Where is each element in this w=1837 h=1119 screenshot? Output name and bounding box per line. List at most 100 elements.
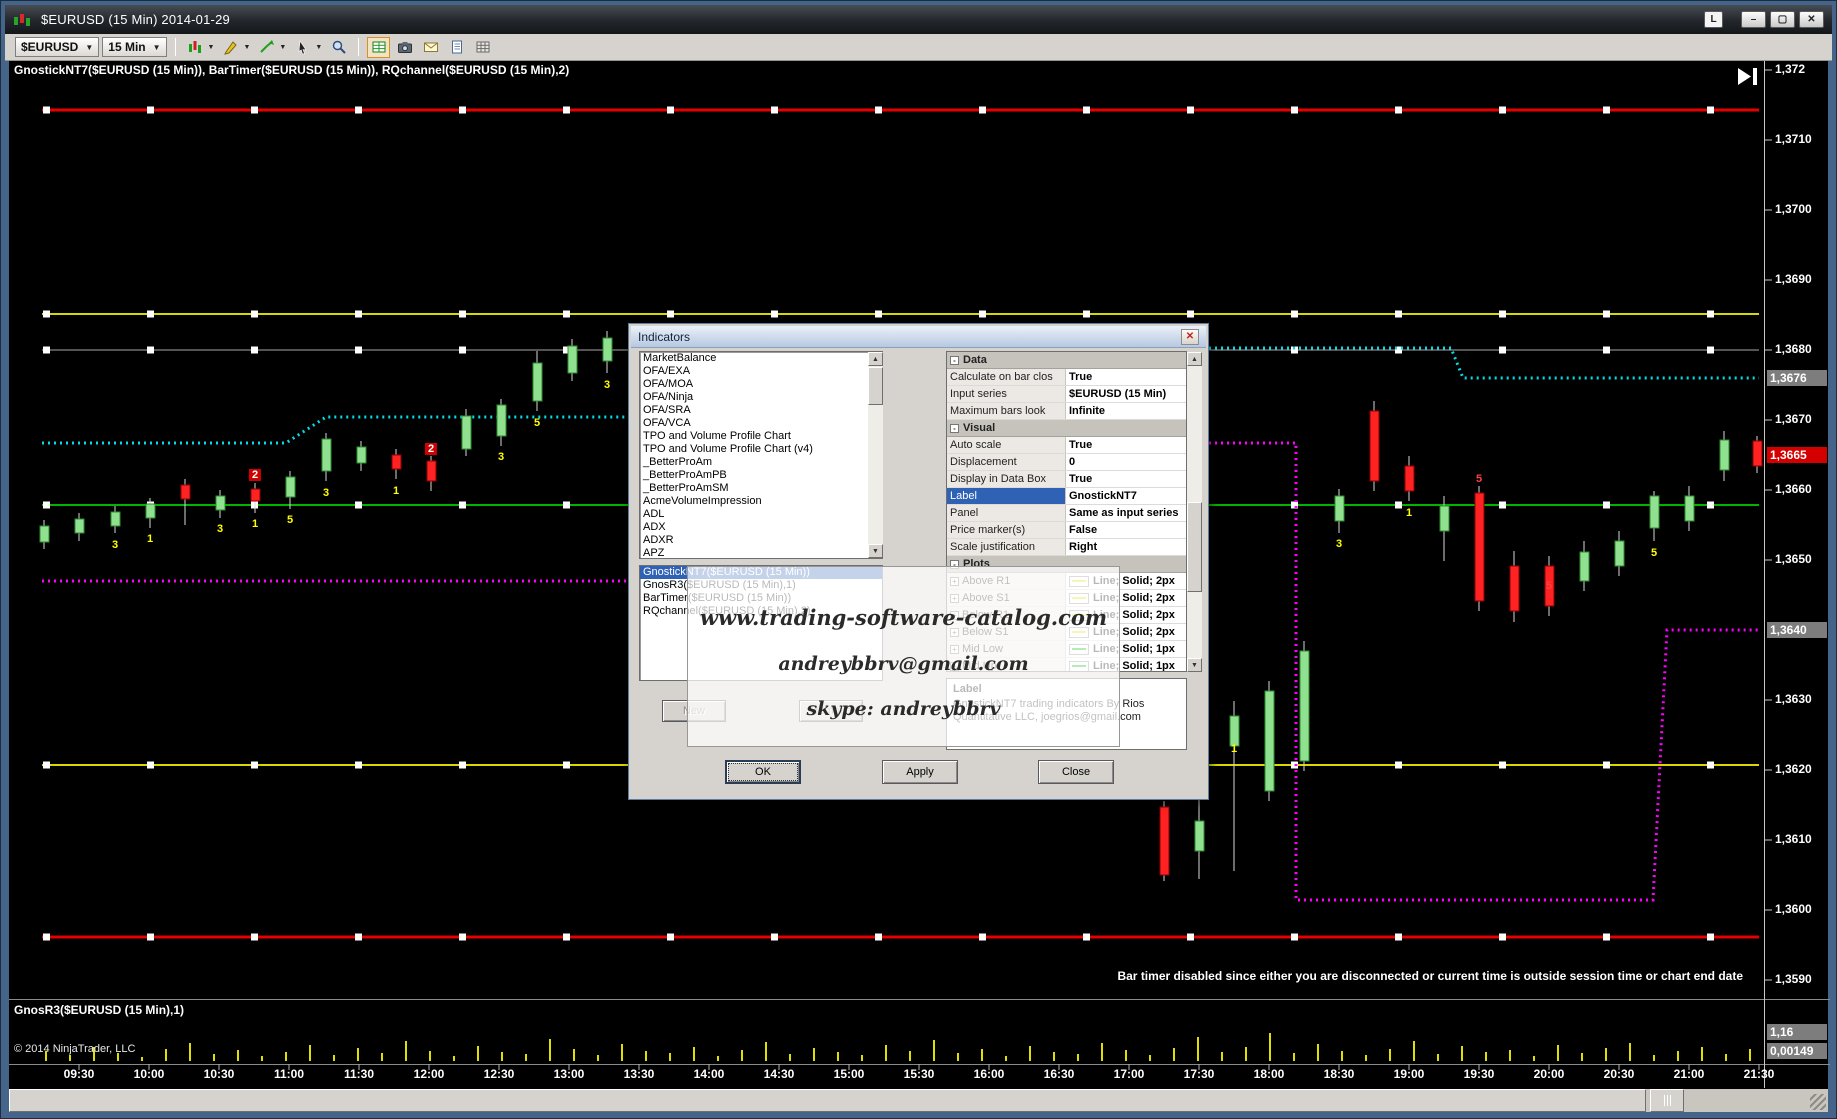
close-dialog-button[interactable]: Close [1038, 760, 1114, 784]
indicator-list-item[interactable]: ADX [640, 521, 867, 534]
chevron-down-icon[interactable]: ▼ [315, 44, 322, 51]
collapse-icon[interactable]: - [950, 424, 959, 433]
data-box-button[interactable] [367, 37, 390, 58]
zoom-button[interactable] [327, 37, 350, 58]
scroll-up-icon[interactable]: ▲ [868, 352, 883, 366]
indicator-list-item[interactable]: OFA/EXA [640, 365, 867, 378]
resize-grip-icon[interactable] [1810, 1094, 1826, 1110]
property-value-text: Infinite [1069, 405, 1105, 417]
scrollbar-grip[interactable] [1650, 1089, 1684, 1112]
property-name: Price marker(s) [947, 522, 1066, 538]
property-name-text: Label [950, 490, 977, 502]
property-value[interactable]: $EURUSD (15 Min) [1066, 386, 1186, 402]
property-value[interactable]: False [1066, 522, 1186, 538]
property-value[interactable]: GnostickNT7 [1066, 488, 1186, 504]
indicator-list-item[interactable]: _BetterProAm [640, 456, 867, 469]
instrument-selector[interactable]: $EURUSD ▼ [15, 37, 99, 57]
instrument-value: $EURUSD [21, 40, 78, 54]
scrollbar-thumb[interactable] [1187, 502, 1202, 592]
scroll-up-icon[interactable]: ▲ [1187, 352, 1202, 366]
maximize-button[interactable]: ▢ [1770, 11, 1795, 28]
scroll-down-icon[interactable]: ▼ [868, 544, 883, 558]
app-icon [13, 12, 33, 28]
property-value[interactable]: 0 [1066, 454, 1186, 470]
chevron-down-icon[interactable]: ▼ [243, 44, 250, 51]
indicator-list-item[interactable]: ADXR [640, 534, 867, 547]
close-button[interactable]: ✕ [1799, 11, 1824, 28]
property-value[interactable]: True [1066, 437, 1186, 453]
indicator-list-item[interactable]: OFA/MOA [640, 378, 867, 391]
property-row[interactable]: Label GnostickNT7 [947, 488, 1186, 505]
property-name: Scale justification [947, 539, 1066, 555]
property-name-text: Display in Data Box [950, 473, 1046, 485]
indicator-list-item[interactable]: TPO and Volume Profile Chart [640, 430, 867, 443]
window-title: $EURUSD (15 Min) 2014-01-29 [41, 12, 230, 27]
drawing-tools-button[interactable] [219, 37, 242, 58]
interval-selector[interactable]: 15 Min ▼ [102, 37, 166, 57]
chevron-down-icon[interactable]: ▼ [208, 44, 215, 51]
property-row[interactable]: Auto scaleTrue [947, 437, 1186, 454]
property-section-header[interactable]: -Data [947, 352, 1186, 369]
property-value[interactable]: Same as input series [1066, 505, 1186, 521]
chevron-down-icon[interactable]: ▼ [279, 44, 286, 51]
apply-button[interactable]: Apply [882, 760, 958, 784]
property-name-text: Maximum bars look [950, 405, 1045, 417]
property-name-text: Calculate on bar clos [950, 371, 1053, 383]
property-row[interactable]: Price marker(s)False [947, 522, 1186, 539]
indicator-list-item[interactable]: MarketBalance [640, 352, 867, 365]
alerts-button[interactable] [255, 37, 278, 58]
property-name-text: Panel [950, 507, 978, 519]
watermark-line: andreybbrv@gmail.com [688, 653, 1119, 675]
scrollbar-thumb[interactable] [868, 367, 883, 405]
property-value[interactable]: True [1066, 471, 1186, 487]
property-name-text: Displacement [950, 456, 1017, 468]
property-section-header[interactable]: -Visual [947, 420, 1186, 437]
property-name: Calculate on bar clos [947, 369, 1066, 385]
minimize-button[interactable]: – [1741, 11, 1766, 28]
indicator-list-item[interactable]: _BetterProAmSM [640, 482, 867, 495]
indicator-list-item[interactable]: OFA/VCA [640, 417, 867, 430]
grid-scrollbar[interactable]: ▲ ▼ [1187, 352, 1202, 672]
property-row[interactable]: Scale justificationRight [947, 539, 1186, 556]
data-box-icon [371, 39, 387, 55]
property-value[interactable]: True [1066, 369, 1186, 385]
scroll-down-icon[interactable]: ▼ [1187, 658, 1202, 672]
property-row[interactable]: Maximum bars look Infinite [947, 403, 1186, 420]
cursor-button[interactable] [291, 37, 314, 58]
dialog-close-button[interactable]: ✕ [1181, 329, 1199, 345]
indicator-list-item[interactable]: OFA/SRA [640, 404, 867, 417]
ok-button[interactable]: OK [725, 760, 801, 784]
collapse-icon[interactable]: - [950, 356, 959, 365]
chart-style-button[interactable] [184, 37, 207, 58]
property-row[interactable]: Calculate on bar clos True [947, 369, 1186, 386]
grid-button[interactable] [471, 37, 494, 58]
property-row[interactable]: Input series$EURUSD (15 Min) [947, 386, 1186, 403]
properties-button[interactable] [445, 37, 468, 58]
property-value-text: $EURUSD (15 Min) [1069, 388, 1166, 400]
email-button[interactable] [419, 37, 442, 58]
chevron-down-icon: ▼ [85, 43, 93, 52]
camera-icon [397, 39, 413, 55]
grid-icon [475, 39, 491, 55]
property-row[interactable]: Panel Same as input series [947, 505, 1186, 522]
indicator-list-item[interactable]: OFA/Ninja [640, 391, 867, 404]
indicator-list-item[interactable]: AcmeVolumeImpression [640, 495, 867, 508]
indicator-list-item[interactable]: _BetterProAmPB [640, 469, 867, 482]
property-value-text: GnostickNT7 [1069, 490, 1137, 502]
dialog-titlebar[interactable]: Indicators ✕ [631, 326, 1206, 348]
property-value[interactable]: Infinite [1066, 403, 1186, 419]
list-scrollbar[interactable]: ▲ ▼ [868, 352, 883, 558]
property-row[interactable]: Display in Data Box True [947, 471, 1186, 488]
indicator-list-item[interactable]: TPO and Volume Profile Chart (v4) [640, 443, 867, 456]
property-row[interactable]: Displacement 0 [947, 454, 1186, 471]
cursor-icon [295, 39, 311, 55]
property-name: Panel [947, 505, 1066, 521]
property-value[interactable]: Right [1066, 539, 1186, 555]
interval-value: 15 Min [108, 40, 145, 54]
indicator-list-item[interactable]: ADL [640, 508, 867, 521]
link-button[interactable]: L [1704, 11, 1723, 28]
scrollbar-thumb[interactable] [9, 1089, 1646, 1112]
indicator-list-item[interactable]: APZ [640, 547, 867, 559]
snapshot-button[interactable] [393, 37, 416, 58]
available-indicators-list[interactable]: MarketBalanceOFA/EXAOFA/MOAOFA/NinjaOFA/… [639, 351, 883, 559]
